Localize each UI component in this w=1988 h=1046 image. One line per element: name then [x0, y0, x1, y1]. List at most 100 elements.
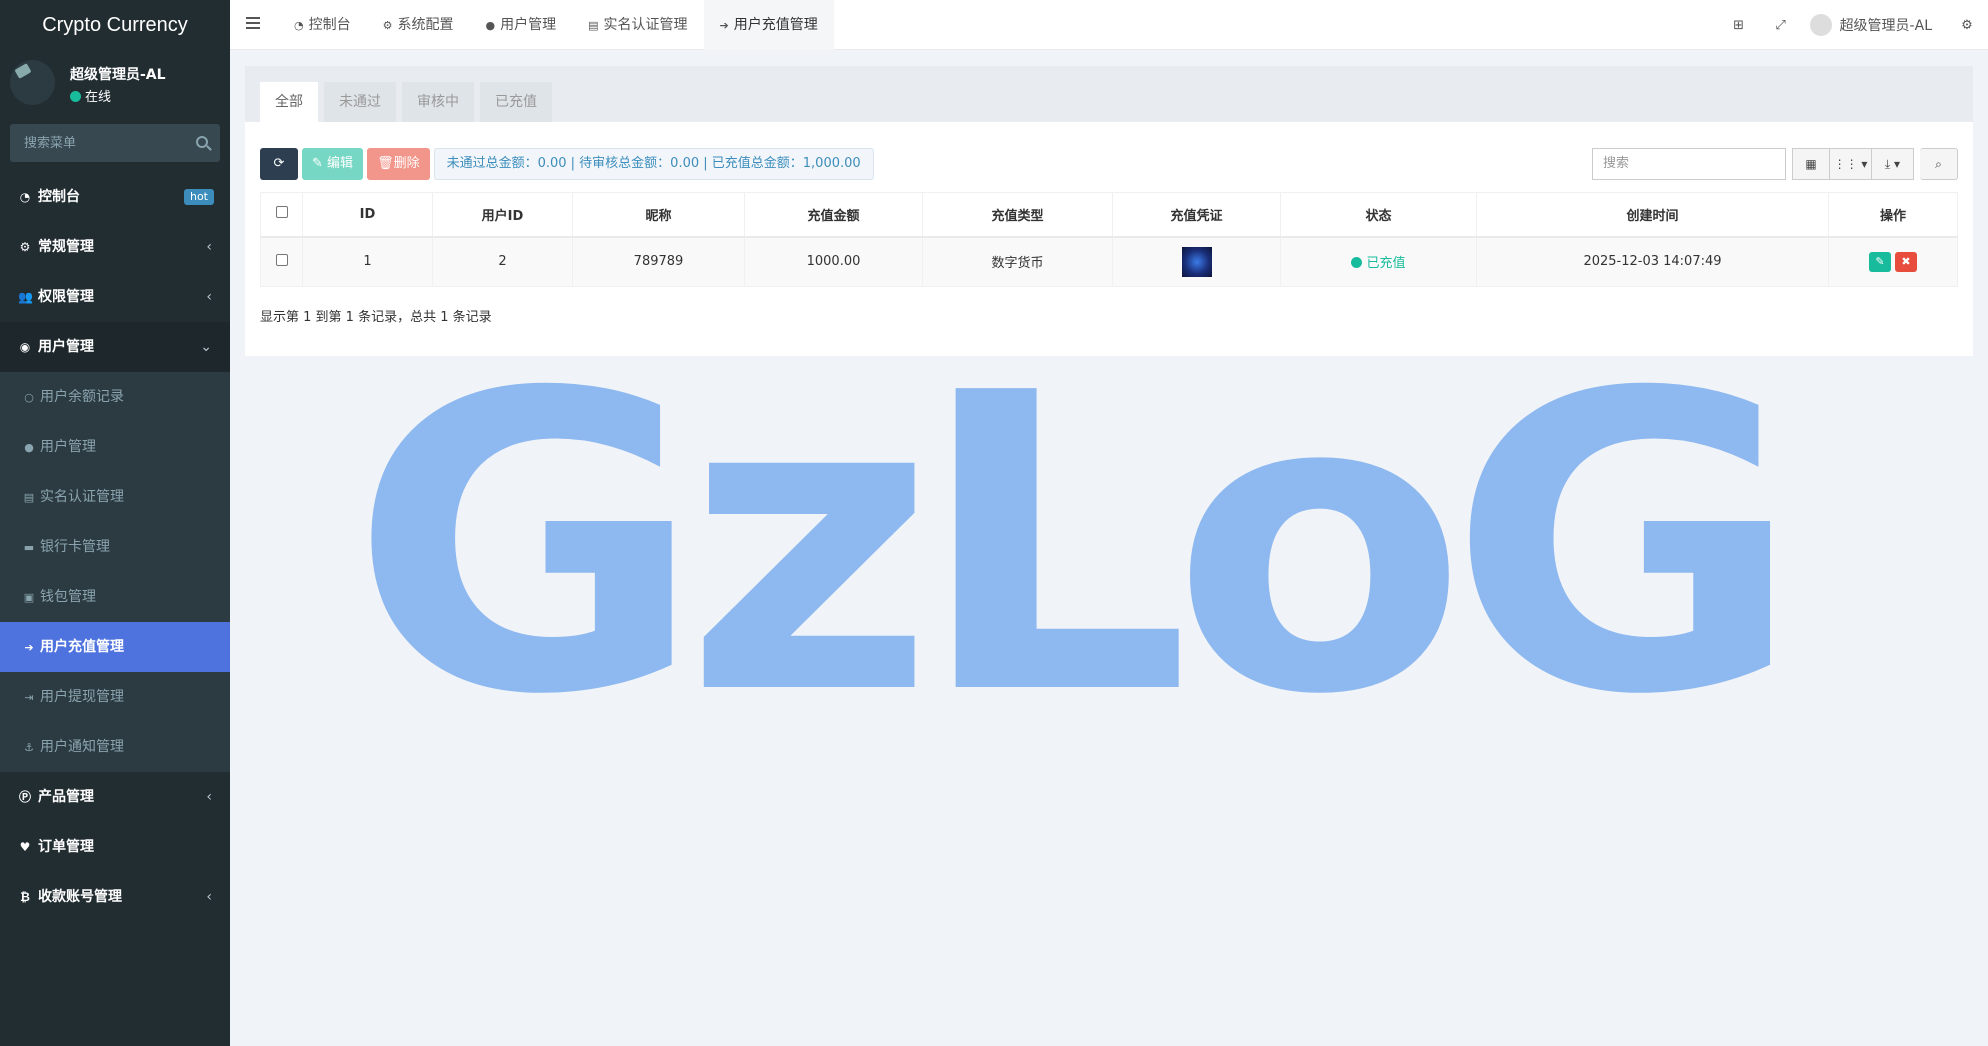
delete-label: 删除 — [393, 156, 420, 171]
sub-item-label: 用户管理 — [40, 439, 96, 455]
row-delete-button[interactable]: ✖ — [1895, 251, 1917, 272]
sidebar-item-realname[interactable]: ▤ 实名认证管理 — [0, 472, 230, 522]
col-created[interactable]: 创建时间 — [1476, 192, 1829, 238]
tab-label: 实名认证管理 — [603, 17, 688, 33]
chevron-left-icon: ‹ — [206, 289, 212, 305]
panel-heading: 全部 未通过 审核中 已充值 — [245, 66, 1973, 122]
filter-tab-rejected[interactable]: 未通过 — [324, 82, 396, 122]
user-status: 在线 — [70, 86, 111, 105]
credit-card-icon: ▬ — [23, 541, 35, 554]
edit-button[interactable]: ✎ 编辑 — [302, 148, 364, 180]
tab-recharge[interactable]: ➔ 用户充值管理 — [703, 0, 834, 50]
app-logo[interactable]: Crypto Currency — [0, 0, 230, 50]
sub-item-label: 用户提现管理 — [40, 689, 124, 705]
download-icon: ⤓ ▾ — [1884, 157, 1901, 171]
filter-tab-all[interactable]: 全部 — [260, 82, 318, 122]
hot-badge: hot — [183, 189, 214, 205]
col-id[interactable]: ID — [302, 192, 433, 238]
filter-tab-reviewing[interactable]: 审核中 — [402, 82, 474, 122]
tab-realname[interactable]: ▤ 实名认证管理 — [572, 0, 703, 50]
sidebar-item-notify[interactable]: ⚓ 用户通知管理 — [0, 722, 230, 772]
sidebar-item-general[interactable]: ⚙ 常规管理 ‹ — [0, 222, 230, 272]
col-user-id[interactable]: 用户ID — [432, 192, 573, 238]
navbar-user-menu[interactable]: 超级管理员-AL — [1802, 14, 1946, 36]
cell-user-id: 2 — [432, 236, 573, 287]
search-button[interactable]: ⌕ — [1920, 148, 1958, 180]
trash-icon: 🗑 — [377, 156, 394, 171]
table-search-input[interactable]: 搜索 — [1592, 148, 1786, 180]
sidebar-item-balance-records[interactable]: ○ 用户余额记录 — [0, 372, 230, 422]
refresh-button[interactable]: ⟳ — [260, 148, 298, 180]
sidebar-item-dashboard[interactable]: ◔ 控制台 hot — [0, 172, 230, 222]
export-button[interactable]: ⤓ ▾ — [1872, 148, 1914, 180]
translate-icon[interactable]: ⊞ — [1718, 18, 1760, 33]
sign-in-icon: ➔ — [719, 19, 729, 32]
product-icon: Ⓟ — [18, 790, 31, 804]
search-icon[interactable] — [196, 136, 208, 148]
users-submenu: ○ 用户余额记录 ● 用户管理 ▤ 实名认证管理 ▬ 银行卡管理 ▣ 钱包管理 ➔ 用户充值… — [0, 372, 230, 772]
id-card-icon: ▤ — [23, 491, 35, 504]
proof-thumbnail[interactable] — [1181, 246, 1212, 277]
sidebar-item-accounts[interactable]: ₿ 收款账号管理 ‹ — [0, 872, 230, 922]
sidebar-item-user-manage[interactable]: ● 用户管理 — [0, 422, 230, 472]
tab-system-config[interactable]: ⚙ 系统配置 — [367, 0, 470, 50]
cell-nickname: 789789 — [572, 236, 745, 287]
sidebar-item-wallet[interactable]: ▣ 钱包管理 — [0, 572, 230, 622]
chevron-left-icon: ‹ — [206, 889, 212, 905]
col-proof[interactable]: 充值凭证 — [1112, 192, 1281, 238]
filter-tab-recharged[interactable]: 已充值 — [480, 82, 552, 122]
sidebar-search-input[interactable] — [10, 124, 220, 162]
tab-user-manage[interactable]: ● 用户管理 — [469, 0, 572, 50]
table-tools: 搜索 ▦ ⋮⋮ ▾ ⤓ ▾ ⌕ — [1592, 148, 1958, 180]
dashboard-icon: ◔ — [19, 190, 31, 204]
sub-item-label: 用户充值管理 — [40, 639, 124, 655]
cell-proof — [1112, 236, 1281, 287]
sidebar-item-label: 常规管理 — [38, 239, 94, 255]
col-nickname[interactable]: 昵称 — [572, 192, 745, 238]
hamburger-menu-icon[interactable] — [246, 17, 260, 31]
sub-item-label: 钱包管理 — [40, 589, 96, 605]
sub-item-label: 用户通知管理 — [40, 739, 124, 755]
fullscreen-icon[interactable]: ⤢ — [1760, 18, 1802, 33]
sidebar-item-label: 产品管理 — [38, 789, 94, 805]
recharge-table: ID 用户ID 昵称 充值金额 充值类型 充值凭证 状态 创建时间 操作 1 2… — [260, 192, 1958, 287]
select-all-checkbox[interactable] — [275, 206, 288, 219]
settings-cogs-icon[interactable]: ⚙ — [1946, 18, 1988, 33]
grid-icon: ⋮⋮ ▾ — [1833, 157, 1868, 171]
cell-actions: ✎ ✖ — [1828, 236, 1958, 287]
sidebar-item-products[interactable]: Ⓟ 产品管理 ‹ — [0, 772, 230, 822]
table-toolbar: ⟳ ✎ 编辑 🗑删除 未通过总金额：0.00 | 待审核总金额：0.00 | 已… — [260, 148, 874, 182]
col-amount[interactable]: 充值金额 — [744, 192, 923, 238]
row-checkbox[interactable] — [275, 253, 288, 266]
user-icon: ● — [485, 19, 496, 32]
cog-icon: ⚙ — [382, 19, 393, 32]
circle-icon: ○ — [24, 391, 34, 404]
sidebar-search — [10, 124, 220, 162]
refresh-icon: ⟳ — [273, 156, 285, 171]
filter-tabs: 全部 未通过 审核中 已充值 — [260, 82, 558, 122]
columns-button[interactable]: ⋮⋮ ▾ — [1830, 148, 1872, 180]
row-edit-button[interactable]: ✎ — [1869, 251, 1891, 272]
sidebar-item-orders[interactable]: ♥ 订单管理 — [0, 822, 230, 872]
group-icon: 👥 — [18, 290, 33, 304]
sidebar-item-users[interactable]: ◉ 用户管理 ⌄ — [0, 322, 230, 372]
sidebar-item-recharge[interactable]: ➔ 用户充值管理 — [0, 622, 230, 672]
sidebar-item-label: 用户管理 — [38, 339, 94, 355]
tab-dashboard[interactable]: ◔ 控制台 — [278, 0, 367, 50]
navbar-right: ⊞ ⤢ 超级管理员-AL ⚙ — [1718, 0, 1988, 50]
toggle-view-button[interactable]: ▦ — [1792, 148, 1830, 180]
sidebar-item-bankcard[interactable]: ▬ 银行卡管理 — [0, 522, 230, 572]
table-row[interactable]: 1 2 789789 1000.00 数字货币 已充值 2025-12-03 1… — [260, 236, 1958, 287]
cell-type: 数字货币 — [922, 236, 1113, 287]
sidebar-item-withdraw[interactable]: ⇥ 用户提现管理 — [0, 672, 230, 722]
sidebar-item-permission[interactable]: 👥 权限管理 ‹ — [0, 272, 230, 322]
top-navbar: ◔ 控制台 ⚙ 系统配置 ● 用户管理 ▤ 实名认证管理 ➔ 用户充值管理 ⊞ ⤢ 超级管… — [230, 0, 1988, 50]
tab-label: 用户充值管理 — [733, 17, 818, 33]
cell-amount: 1000.00 — [744, 236, 923, 287]
col-status[interactable]: 状态 — [1280, 192, 1477, 238]
avatar — [1809, 14, 1832, 36]
money-icon: ▣ — [23, 591, 35, 604]
col-type[interactable]: 充值类型 — [922, 192, 1113, 238]
user-name: 超级管理员-AL — [70, 67, 166, 83]
delete-button[interactable]: 🗑删除 — [367, 148, 430, 180]
